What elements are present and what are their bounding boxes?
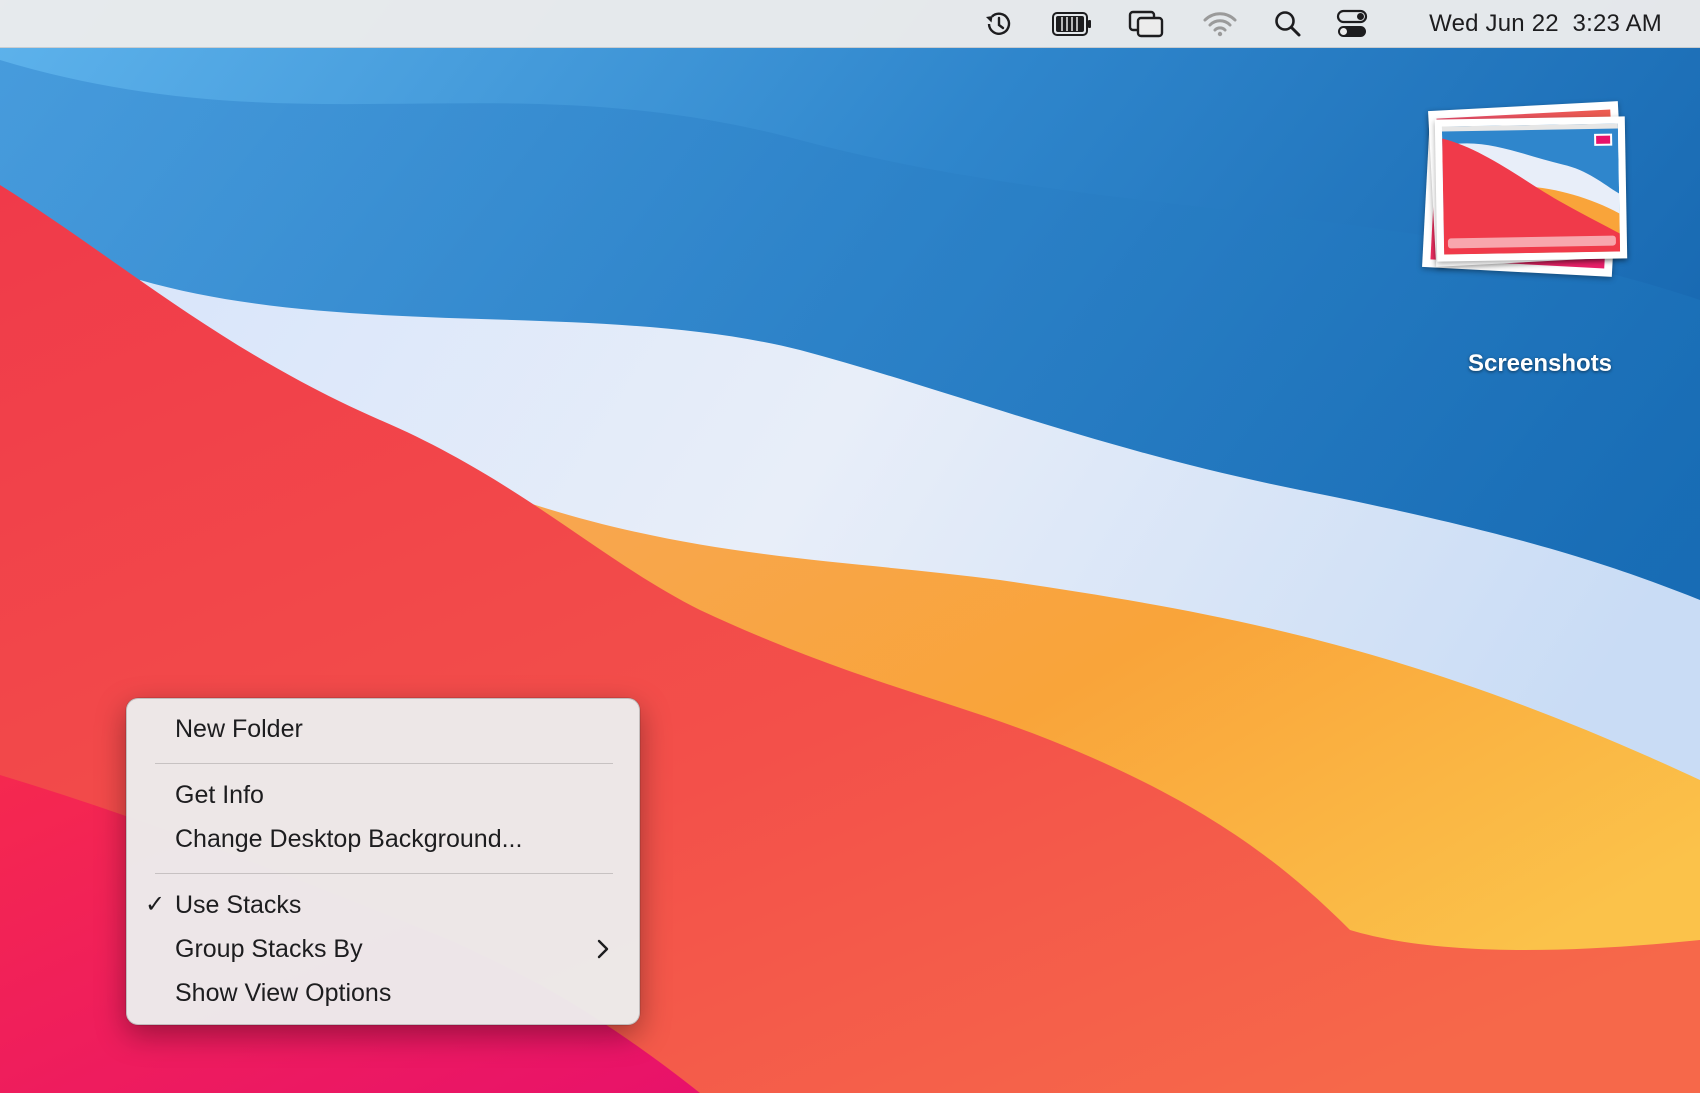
menu-bar-clock[interactable]: Wed Jun 22 3:23 AM [1429,0,1662,48]
menu-separator [155,873,613,874]
chevron-right-icon [597,929,609,969]
screenshots-stack-label[interactable]: Screenshots [1400,350,1680,378]
desktop[interactable]: Wed Jun 22 3:23 AM Screenshots New Folde… [0,0,1700,1093]
menu-item-get-info[interactable]: Get Info [137,775,629,815]
control-center-icon[interactable] [1332,0,1372,48]
time-machine-icon[interactable] [978,0,1018,48]
menu-item-show-view-options[interactable]: Show View Options [137,973,629,1013]
menu-item-label: Get Info [175,781,264,809]
spotlight-search-icon[interactable] [1268,0,1308,48]
menu-item-change-desktop-background[interactable]: Change Desktop Background... [137,819,629,859]
screenshot-thumbnail [1441,123,1621,255]
desktop-context-menu: New Folder Get Info Change Desktop Backg… [126,698,640,1025]
wifi-icon[interactable] [1200,0,1240,48]
checkmark-icon: ✓ [145,891,166,918]
battery-icon[interactable] [1052,0,1092,48]
menu-item-label: Use Stacks [175,891,302,919]
stack-card-front [1434,116,1628,262]
screen-mirroring-icon[interactable] [1126,0,1166,48]
menu-item-group-stacks-by[interactable]: Group Stacks By [137,929,629,969]
menu-item-new-folder[interactable]: New Folder [137,709,629,749]
menu-separator [155,763,613,764]
screenshots-stack-icon[interactable] [1420,98,1660,308]
menu-item-label: Group Stacks By [175,935,363,963]
menu-item-label: Show View Options [175,979,392,1007]
menu-item-use-stacks[interactable]: ✓ Use Stacks [137,885,629,925]
menu-item-label: Change Desktop Background... [175,825,523,853]
menu-bar: Wed Jun 22 3:23 AM [0,0,1700,48]
menu-item-label: New Folder [175,715,303,743]
